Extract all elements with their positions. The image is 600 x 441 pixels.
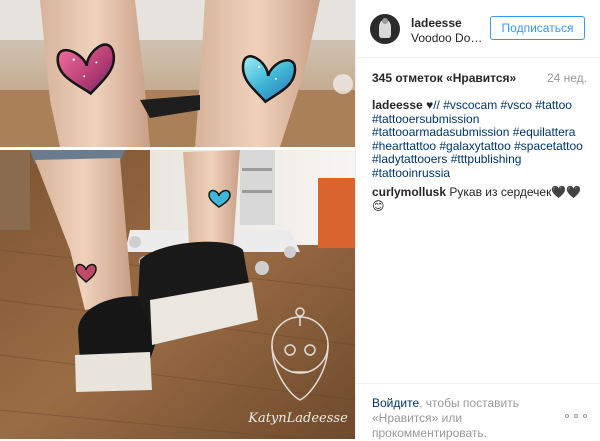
comment-username[interactable]: curlymollusk	[372, 185, 446, 199]
likes-count[interactable]: 345 отметок «Нравится»	[372, 71, 516, 85]
watermark-signature: KatynLadeesse	[247, 411, 348, 426]
post-footer: Войдите, чтобы поставить «Нравится» или …	[356, 383, 600, 441]
list-item: curlymollusk Рукав из сердечек🖤🖤😊	[372, 185, 587, 213]
comments-list: ladeesse ♥// #vscocam #vsco #tattoo #tat…	[372, 98, 587, 219]
post-photo[interactable]: KatynLadeesse	[0, 0, 355, 439]
header-username[interactable]: ladeesse	[411, 16, 462, 30]
post-info-panel: ladeesse Voodoo Do… Подписаться 345 отме…	[355, 0, 600, 441]
login-prompt: Войдите, чтобы поставить «Нравится» или …	[372, 396, 542, 441]
post-stats: 345 отметок «Нравится» 24 нед.	[372, 71, 587, 87]
caption: ladeesse ♥// #vscocam #vsco #tattoo #tat…	[372, 98, 587, 180]
post-time[interactable]: 24 нед.	[547, 71, 587, 85]
avatar[interactable]	[370, 14, 400, 44]
ellipsis-icon[interactable]	[565, 412, 587, 420]
caption-username[interactable]: ladeesse	[372, 98, 423, 112]
post-location[interactable]: Voodoo Do…	[411, 31, 482, 45]
follow-button[interactable]: Подписаться	[490, 16, 585, 40]
login-link[interactable]: Войдите	[372, 396, 419, 410]
post-header: ladeesse Voodoo Do… Подписаться	[356, 0, 600, 58]
